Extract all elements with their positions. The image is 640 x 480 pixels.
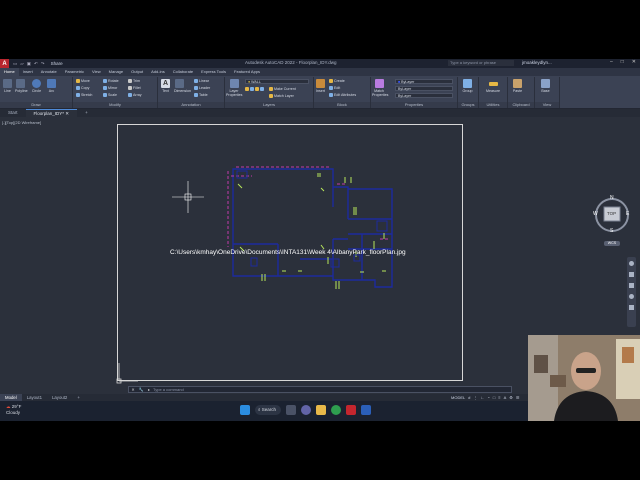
viewcube-north[interactable]: N (610, 195, 614, 201)
file-explorer-icon[interactable] (316, 405, 326, 415)
teams-chat-icon[interactable] (301, 405, 311, 415)
autocad-icon[interactable] (346, 405, 356, 415)
command-line[interactable]: ✕ 🔧 ▸ Type a command (128, 386, 512, 393)
crosshair-cursor (172, 181, 204, 213)
wcs-dropdown[interactable]: WCS (604, 241, 620, 246)
status-bar: MODEL # ⋮ ∟ ◔ □ ≡ A ⚙ ☰ (451, 394, 519, 401)
viewcube-south[interactable]: S (610, 228, 613, 234)
command-input[interactable]: Type a command (153, 387, 184, 392)
floor-plan (227, 166, 393, 289)
taskbar-search[interactable]: ⌕ Search (255, 405, 281, 415)
pan-icon[interactable] (629, 272, 634, 277)
customization-menu-icon[interactable]: ☰ (516, 395, 520, 400)
chrome-icon[interactable] (331, 405, 341, 415)
orbit-icon[interactable] (629, 294, 634, 299)
add-layout-button[interactable]: + (72, 394, 85, 401)
weather-temp: 29°F (11, 404, 22, 409)
ucs-icon (116, 363, 138, 384)
close-command-line-icon[interactable]: ✕ (129, 387, 137, 392)
webcam-person (528, 335, 640, 421)
floor-plan-dashed-outline (227, 166, 390, 247)
search-icon: ⌕ (258, 407, 261, 412)
tab-model[interactable]: Model (0, 394, 22, 401)
weather-cloud-icon: ☁ (6, 404, 11, 409)
taskbar-search-label: Search (261, 407, 277, 412)
tab-layout2[interactable]: Layout2 (47, 394, 72, 401)
windows-start-icon[interactable] (240, 405, 250, 415)
viewcube-top-label[interactable]: TOP (607, 211, 616, 216)
annotation-scale-icon[interactable]: A (504, 395, 507, 400)
polar-icon[interactable]: ◔ (487, 395, 489, 400)
model-space-button[interactable]: MODEL (451, 395, 465, 400)
tab-layout1[interactable]: Layout1 (22, 394, 47, 401)
floor-plan-walls (232, 168, 393, 288)
letterbox-bottom (0, 421, 640, 480)
grid-icon[interactable]: # (468, 395, 470, 400)
weather-condition: Cloudy (6, 410, 21, 415)
viewcube[interactable]: TOP N S E W (592, 195, 632, 235)
task-view-icon[interactable] (286, 405, 296, 415)
webcam-overlay (528, 335, 640, 421)
lineweight-icon[interactable]: ≡ (498, 395, 500, 400)
showmotion-icon[interactable] (629, 305, 634, 310)
customize-icon[interactable]: 🔧 (137, 387, 145, 392)
image-path-label: C:\Users\kmhay\OneDrive\Documents\INTA13… (170, 249, 406, 256)
floor-plan-annotations (237, 173, 386, 289)
viewcube-west[interactable]: W (593, 211, 598, 217)
viewcube-east[interactable]: E (626, 211, 629, 217)
word-icon[interactable] (361, 405, 371, 415)
navigation-bar (627, 257, 636, 327)
letterbox-top (0, 0, 640, 59)
command-prompt-icon: ▸ (147, 387, 150, 392)
snap-icon[interactable]: ⋮ (473, 395, 477, 400)
workspace-gear-icon[interactable]: ⚙ (509, 395, 513, 400)
plus-icon: + (77, 395, 80, 400)
ortho-icon[interactable]: ∟ (480, 395, 484, 400)
taskbar-apps: ⌕ Search (240, 405, 371, 415)
full-navigation-wheel-icon[interactable] (629, 261, 634, 266)
weather-widget[interactable]: ☁ 29°F Cloudy (6, 404, 21, 416)
osnap-icon[interactable]: □ (493, 395, 495, 400)
autocad-window: A ▭ ▱ ▣ ↶ ↷ Share Autodesk AutoCAD 2022 … (0, 59, 640, 421)
zoom-extents-icon[interactable] (629, 283, 634, 288)
